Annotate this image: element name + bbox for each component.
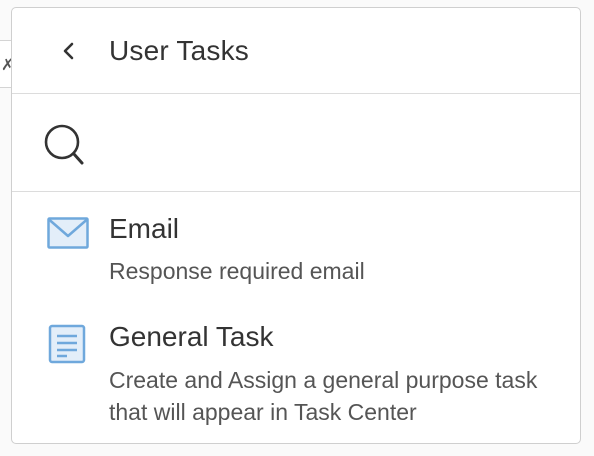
user-tasks-panel: User Tasks Email Response required email… bbox=[11, 7, 581, 444]
page-title: User Tasks bbox=[109, 35, 249, 66]
search-input[interactable] bbox=[102, 122, 556, 168]
chevron-left-icon bbox=[63, 42, 74, 60]
list-item-general-task[interactable]: General Task Create and Assign a general… bbox=[12, 303, 580, 443]
back-button[interactable] bbox=[52, 34, 86, 68]
search-icon[interactable] bbox=[43, 123, 89, 169]
search-bar bbox=[12, 94, 580, 192]
list-item-description: Response required email bbox=[109, 258, 365, 284]
list-item-title: General Task bbox=[109, 321, 274, 352]
envelope-icon bbox=[47, 217, 89, 249]
list-item-description: Create and Assign a general purpose task… bbox=[109, 367, 538, 425]
document-icon bbox=[48, 324, 86, 364]
list-item-title: Email bbox=[109, 213, 180, 244]
panel-header: User Tasks bbox=[12, 8, 580, 94]
list-item-email[interactable]: Email Response required email bbox=[12, 193, 580, 298]
